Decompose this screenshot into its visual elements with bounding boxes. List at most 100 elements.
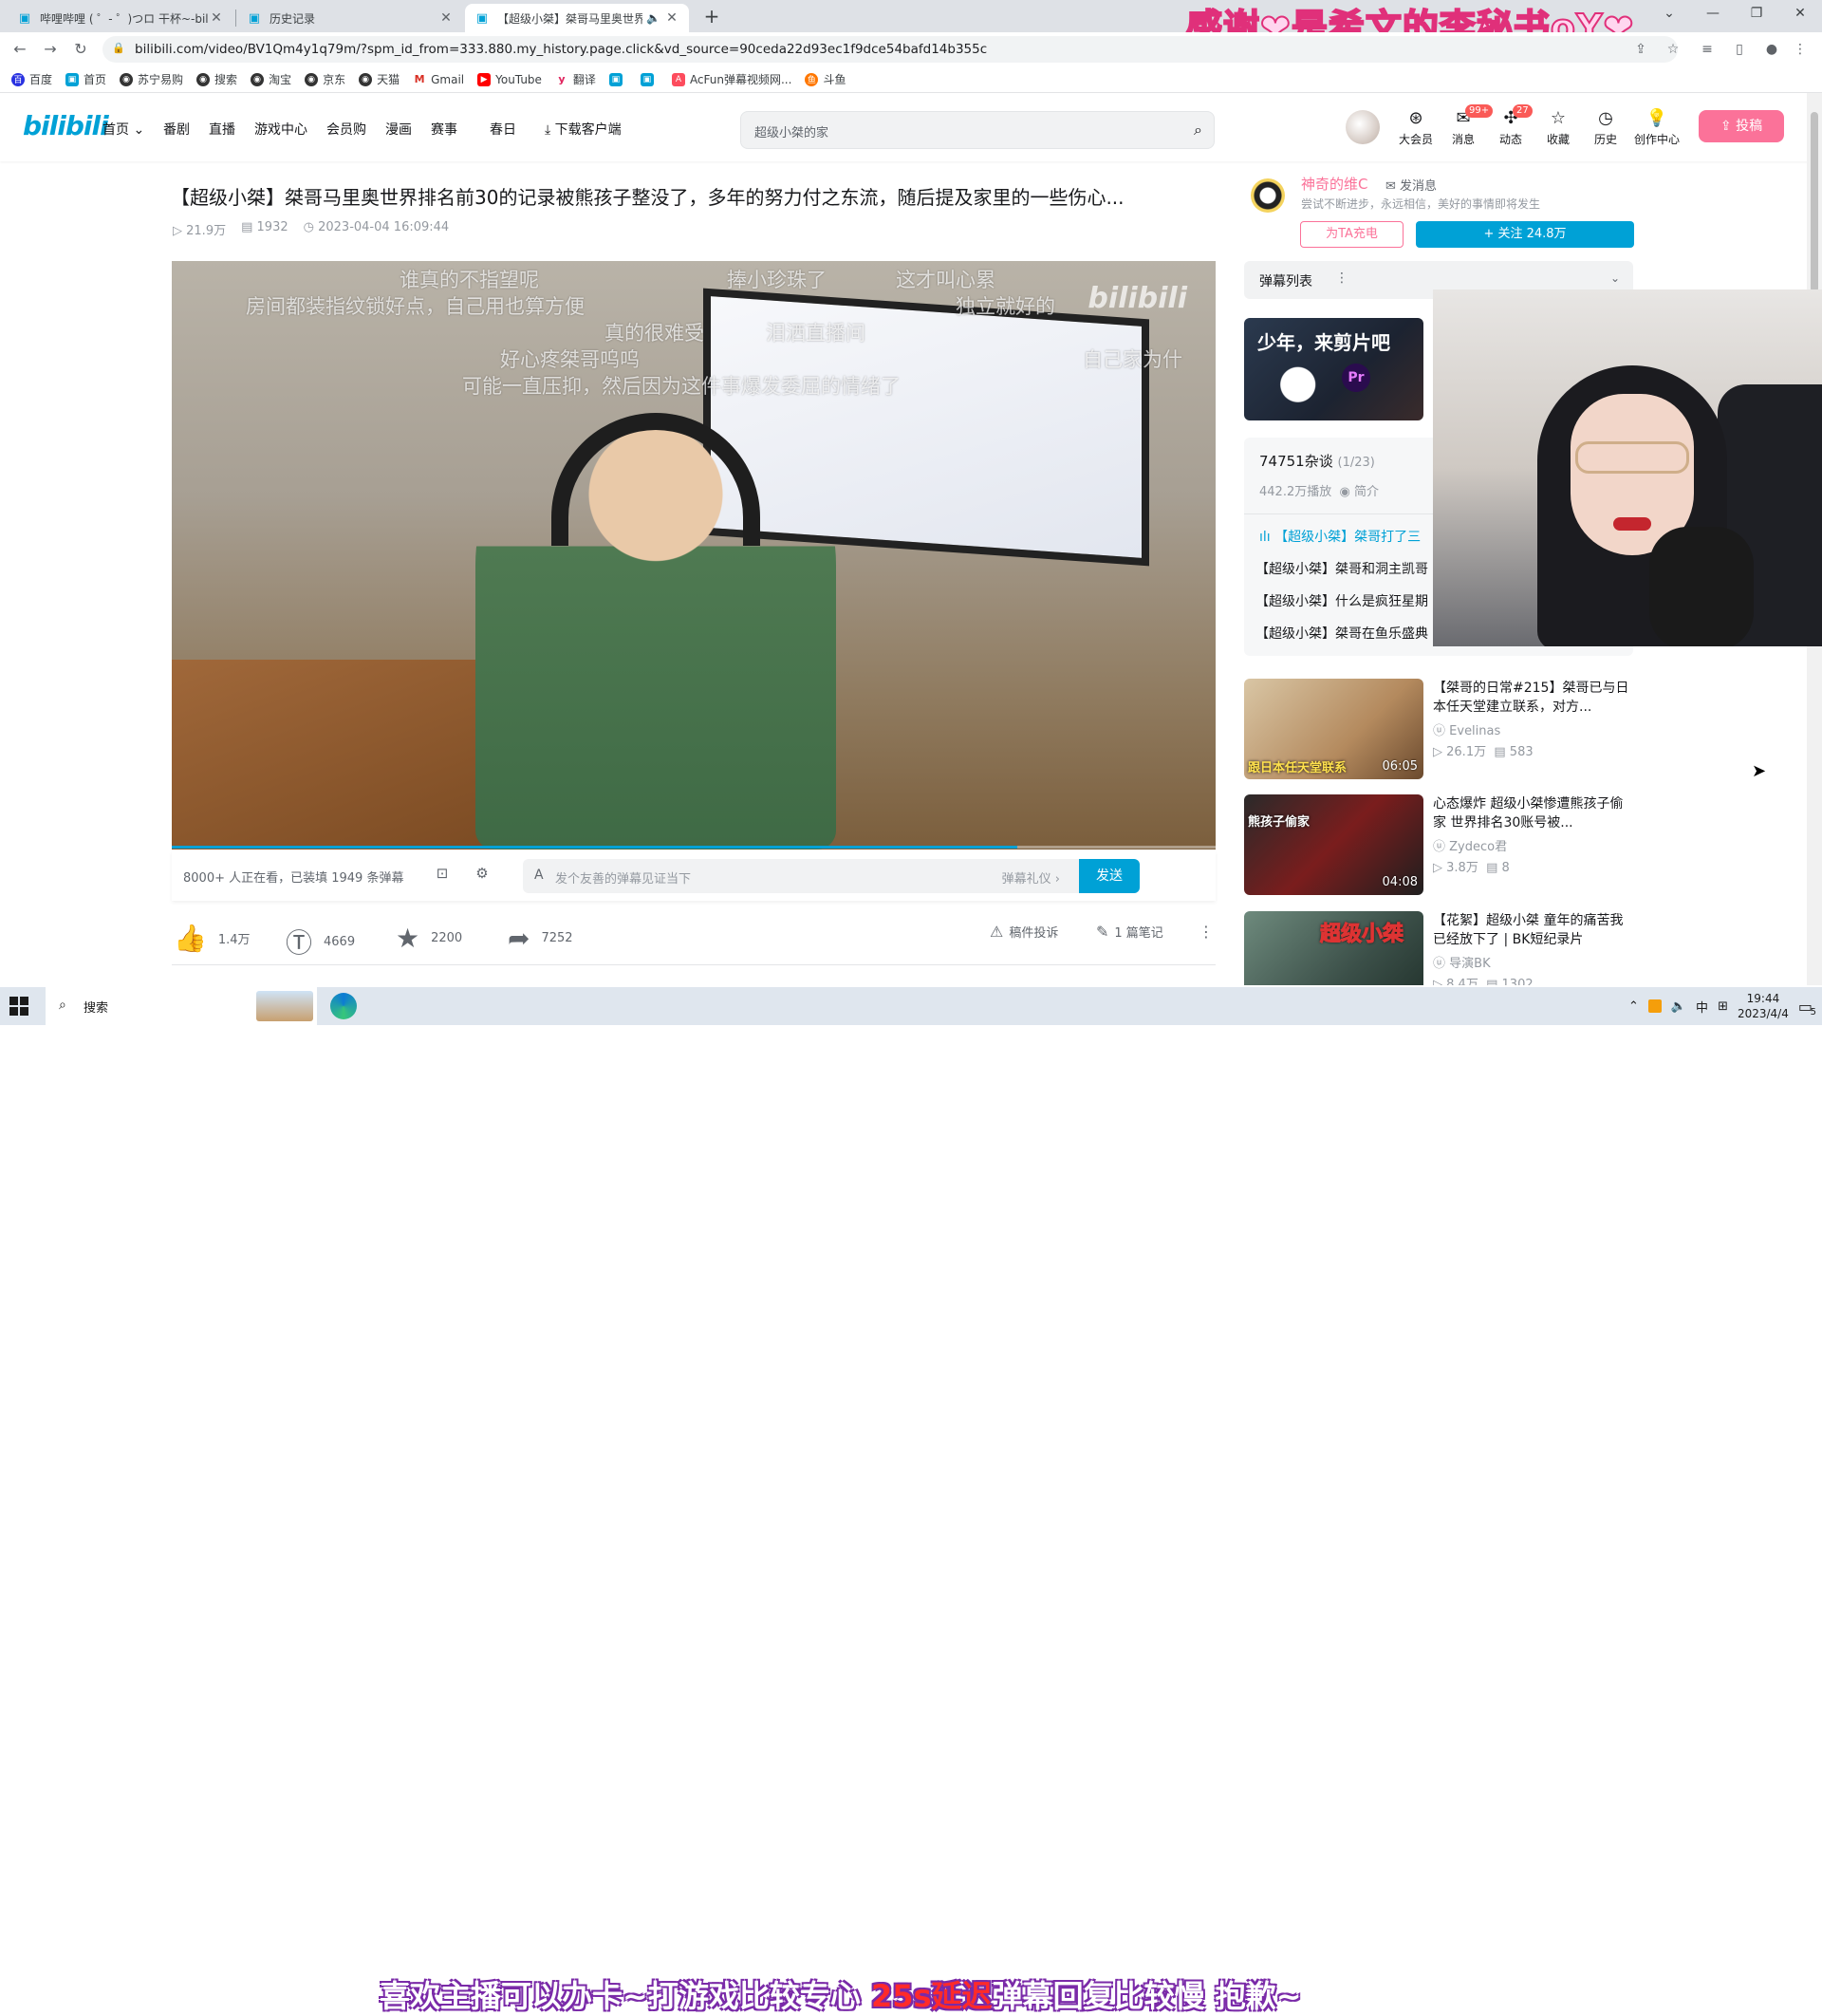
edge-icon[interactable] [330,993,357,1019]
ad-banner[interactable]: 少年，来剪片吧 Pr [1244,318,1423,420]
nav-anime[interactable]: 番剧 [163,120,190,139]
close-window-button[interactable]: ✕ [1778,0,1822,28]
bookmark-taobao[interactable]: ◉ 淘宝 [251,71,291,87]
lock-icon[interactable]: 🔒 [112,42,125,54]
share-button[interactable]: ➦ 7252 [508,923,573,954]
reading-list-icon[interactable]: ≡ [1697,39,1718,60]
bookmark-bilibili-1[interactable]: ▣ [608,72,627,86]
bookmark-home[interactable]: ▣ 首页 [65,71,106,87]
profile-icon[interactable]: ● [1761,39,1782,60]
upload-button[interactable]: ⇪ 投稿 [1699,110,1784,142]
more-options-icon[interactable]: ⋮ [1335,271,1348,286]
coin-button[interactable]: Ⓣ 4669 [286,923,355,961]
minimize-button[interactable]: — [1691,0,1735,28]
recommended-title[interactable]: 【桀哥的日常#215】桀哥已与日本任天堂建立联系，对方... [1433,679,1632,717]
recommended-author[interactable]: ⓤ Zydeco君 [1433,836,1507,854]
recommended-author[interactable]: ⓤ Evelinas [1433,720,1500,738]
playlist-item[interactable]: 【超级小桀】桀哥在鱼乐盛典 [1255,624,1428,643]
notes-button[interactable]: ✎ 1 篇笔记 [1096,923,1163,941]
recommended-title[interactable]: 【花絮】超级小桀 童年的痛苦我已经放下了 | BK短纪录片 [1433,911,1632,949]
side-panel-icon[interactable]: ▯ [1729,39,1750,60]
search-input[interactable]: 超级小桀的家 ⌕ [740,111,1215,149]
more-options-icon[interactable]: ⋮ [1199,923,1214,941]
bookmark-douyu[interactable]: 鱼斗鱼 [805,71,846,87]
app-tray-icon[interactable] [1647,999,1662,1013]
playlist-item[interactable]: 【超级小桀】什么是疯狂星期 [1255,591,1428,610]
nav-game-center[interactable]: 游戏中心 [254,120,307,139]
video-thumbnail[interactable]: 超级小桀 [1244,911,1423,985]
nav-home[interactable]: 首页 ⌄ [102,120,144,139]
tab-bilibili-home[interactable]: ▣ 哔哩哔哩 ( ゜- ゜)つロ 干杯~-bili ✕ [8,4,233,32]
bookmark-translate[interactable]: y 翻译 [554,71,596,87]
bookmark-acfun[interactable]: A AcFun弹幕视频网... [671,71,791,87]
close-tab-icon[interactable]: ✕ [664,10,679,26]
recommended-video[interactable]: 熊孩子偷家 04:08 心态爆炸 超级小桀惨遭熊孩子偷家 世界排名30账号被..… [1244,794,1633,895]
windows-start-icon[interactable] [9,997,28,1016]
tab-current-video[interactable]: ▣ 【超级小桀】桀哥马里奥世界 🔈 ✕ [465,4,689,32]
playlist-item[interactable]: 【超级小桀】桀哥和洞主凯哥 [1255,559,1428,578]
video-thumbnail[interactable]: 跟日本任天堂联系 06:05 [1244,679,1423,779]
nav-esports[interactable]: 赛事 [431,120,457,139]
audio-playing-icon[interactable]: 🔈 [646,11,660,25]
header-history[interactable]: ◷ 历史 [1587,108,1625,147]
address-bar[interactable]: 🔒 bilibili.com/video/BV1Qm4y1q79m/?spm_i… [102,36,1678,63]
keyboard-icon[interactable]: ⊞ [1718,999,1728,1014]
bookmark-gmail[interactable]: M Gmail [413,72,464,86]
system-clock[interactable]: 19:44 2023/4/4 [1738,991,1789,1021]
playlist-title[interactable]: 74751杂谈 (1/23) [1259,451,1375,471]
tab-history[interactable]: ▣ 历史记录 ✕ [237,4,463,32]
close-tab-icon[interactable]: ✕ [438,10,454,26]
charge-button[interactable]: 为TA充电 [1300,221,1404,248]
danmaku-toggle-icon[interactable]: ⊡ [432,865,453,886]
font-style-icon[interactable]: A [534,868,544,883]
nav-member-shop[interactable]: 会员购 [326,120,366,139]
playlist-intro-link[interactable]: 简介 [1354,485,1379,499]
new-tab-button[interactable]: + [700,6,723,28]
bookmark-jd[interactable]: ◉ 京东 [305,71,345,87]
share-icon[interactable]: ⇪ [1630,39,1651,60]
recommended-video[interactable]: 超级小桀 【花絮】超级小桀 童年的痛苦我已经放下了 | BK短纪录片 ⓤ 导演B… [1244,911,1633,985]
search-icon[interactable]: ⌕ [1194,121,1202,140]
tab-search-icon[interactable]: ⌄ [1647,0,1691,28]
forward-icon[interactable]: → [40,39,61,60]
bookmark-bilibili-2[interactable]: ▣ [640,72,659,86]
bookmark-baidu[interactable]: 百百度 [11,71,52,87]
uploader-avatar[interactable] [1251,178,1285,213]
bookmark-tmall[interactable]: ◉ 天猫 [359,71,400,87]
bookmark-suning[interactable]: ◉ 苏宁易购 [120,71,183,87]
reload-icon[interactable]: ↻ [70,39,91,60]
header-favorites[interactable]: ☆ 收藏 [1539,108,1577,147]
nav-download-client[interactable]: ⤓ 下载客户端 [545,120,622,139]
recommended-title[interactable]: 心态爆炸 超级小桀惨遭熊孩子偷家 世界排名30账号被... [1433,794,1632,832]
uploader-name[interactable]: 神奇的维C [1301,174,1367,194]
danmaku-input[interactable]: A 发个友善的弹幕见证当下 弹幕礼仪 › 发送 [523,859,1140,893]
speaker-icon[interactable]: 🔈 [1671,999,1686,1014]
back-icon[interactable]: ← [9,39,30,60]
video-thumbnail[interactable]: 熊孩子偷家 04:08 [1244,794,1423,895]
playlist-item-current[interactable]: ılı 【超级小桀】桀哥打了三 [1259,527,1421,546]
header-vip[interactable]: ⊛ 大会员 [1397,108,1435,147]
input-language[interactable]: 中 [1696,998,1708,1016]
scrollbar-thumb[interactable] [1811,112,1818,292]
follow-button[interactable]: + 关注 24.8万 [1416,221,1634,248]
header-creator-center[interactable]: 💡 创作中心 [1634,108,1680,147]
recommended-video[interactable]: 跟日本任天堂联系 06:05 【桀哥的日常#215】桀哥已与日本任天堂建立联系，… [1244,679,1633,779]
send-message-link[interactable]: ✉ 发消息 [1385,176,1437,194]
restore-button[interactable]: ❐ [1735,0,1778,28]
like-button[interactable]: 👍 1.4万 [174,923,251,954]
danmaku-settings-icon[interactable]: ⚙ [472,865,493,886]
bookmark-youtube[interactable]: ▶ YouTube [477,72,542,86]
nav-spring[interactable]: 春日 [490,120,516,139]
header-messages[interactable]: ✉ 99+ 消息 [1444,104,1494,147]
bilibili-logo[interactable]: bilibili [23,110,109,141]
bookmark-star-icon[interactable]: ☆ [1663,39,1683,60]
user-avatar[interactable] [1346,110,1380,144]
menu-icon[interactable]: ⋮ [1790,39,1811,60]
report-button[interactable]: ⚠ 稿件投诉 [990,923,1058,941]
header-dynamic[interactable]: ✣ 27 动态 [1492,104,1533,147]
recommended-author[interactable]: ⓤ 导演BK [1433,953,1491,971]
send-danmaku-button[interactable]: 发送 [1079,859,1140,893]
favorite-button[interactable]: ★ 2200 [396,923,462,954]
chevron-down-icon[interactable]: ⌄ [1610,271,1620,285]
taskbar-search[interactable]: ⌕ 搜索 [46,987,317,1025]
